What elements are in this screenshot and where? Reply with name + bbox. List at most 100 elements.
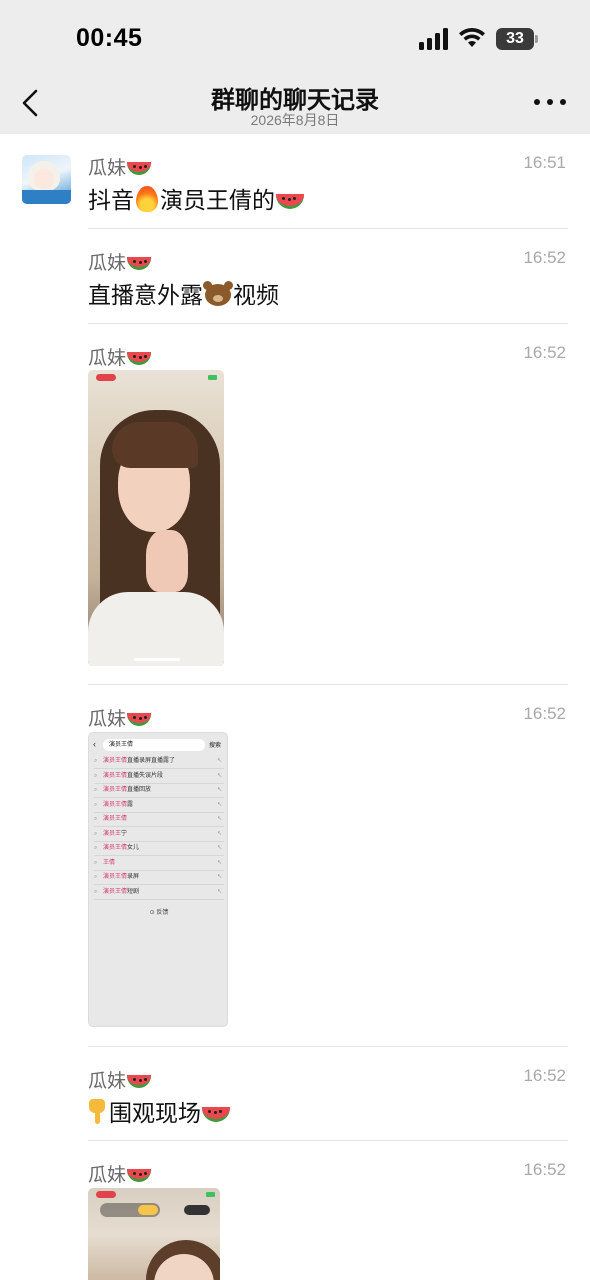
cellular-signal-icon <box>419 28 449 50</box>
message-time: 16:52 <box>523 1066 566 1085</box>
list-item: ⌕ 演员王倩直播录屏直播露了 ↖ <box>94 755 224 769</box>
suggestion-text: 女儿 <box>127 845 140 851</box>
sender-name: 瓜妹 <box>88 153 152 180</box>
message-item: 瓜妹 16:51 抖音 演员王倩的 <box>88 153 568 213</box>
message-text: 直播意外露 视频 <box>88 281 279 308</box>
watermelon-icon <box>127 162 152 175</box>
battery-level: 33 <box>496 28 534 50</box>
search-query: 演员王倩 <box>103 739 205 751</box>
arrow-up-left-icon: ↖ <box>216 801 222 808</box>
highlight-text: 演员王倩 <box>103 772 128 779</box>
image-attachment[interactable] <box>88 1188 220 1280</box>
arrow-up-left-icon: ↖ <box>216 772 222 779</box>
watermelon-icon <box>127 352 152 365</box>
watermelon-icon <box>276 194 304 209</box>
list-item: ⌕ 演员王倩录屏 ↖ <box>94 871 224 885</box>
arrow-up-left-icon: ↖ <box>216 874 222 880</box>
suggestion-text: 直播录屏直播露了 <box>127 758 176 764</box>
suggestion-text: 短剧 <box>127 888 140 895</box>
search-label: 搜索 <box>209 743 222 749</box>
suggestion-text: 直播失误片段 <box>127 772 164 779</box>
status-time: 00:45 <box>76 24 143 52</box>
watermelon-icon <box>202 1107 230 1122</box>
image-attachment[interactable] <box>88 370 224 666</box>
search-icon: ⌕ <box>94 859 98 866</box>
message-item: 瓜妹 16:52 <box>88 1160 568 1190</box>
message-item: 瓜妹 16:52 围观现场 <box>88 1066 568 1126</box>
arrow-up-left-icon: ↖ <box>216 888 222 895</box>
suggestion-text: 录屏 <box>127 874 140 880</box>
suggestion-text: 露 <box>127 801 134 808</box>
message-item: 瓜妹 16:52 <box>88 704 568 734</box>
arrow-up-left-icon: ↖ <box>216 845 222 851</box>
search-icon: ⌕ <box>94 888 98 895</box>
highlight-text: 演员王倩 <box>103 845 128 851</box>
highlight-text: 演员王倩 <box>103 816 128 822</box>
bear-icon <box>203 281 231 306</box>
list-item: ⌕ 演员王倩女儿 ↖ <box>94 842 224 856</box>
highlight-text: 演员王倩 <box>103 801 128 808</box>
sender-name: 瓜妹 <box>88 248 152 275</box>
message-time: 16:52 <box>523 343 566 362</box>
arrow-up-left-icon: ↖ <box>216 816 222 822</box>
fire-icon <box>136 186 158 212</box>
divider <box>88 228 568 229</box>
list-item: ⌕ 演员王宁 ↖ <box>94 828 224 842</box>
wifi-icon <box>459 27 485 47</box>
list-item: ⌕ 演员王倩露 ↖ <box>94 799 224 813</box>
search-icon: ⌕ <box>94 816 98 822</box>
recording-indicator <box>96 374 116 381</box>
search-icon: ⌕ <box>94 801 98 808</box>
divider <box>88 1140 568 1141</box>
list-item: ⌕ 演员王倩直播回放 ↖ <box>94 784 224 798</box>
search-icon: ⌕ <box>94 772 98 779</box>
feedback-label: ⊙ 反馈 <box>149 910 169 916</box>
search-icon: ⌕ <box>94 758 98 764</box>
suggestion-text: 直播回放 <box>127 787 152 793</box>
sender-name: 瓜妹 <box>88 343 152 370</box>
avatar[interactable] <box>22 155 71 204</box>
divider <box>88 684 568 685</box>
list-item: ⌕ 演员王倩短剧 ↖ <box>94 886 224 900</box>
highlight-text: 演员王倩 <box>103 888 128 895</box>
image-attachment[interactable]: ‹ 演员王倩 搜索 ⌕ 演员王倩直播录屏直播露了 ↖ ⌕ 演员王倩直播失误片段 ↖ ⌕ 演员王… <box>88 732 228 1027</box>
sender-name: 瓜妹 <box>88 1066 152 1093</box>
nav-bar: 群聊的聊天记录 2026年8月8日 <box>0 70 590 134</box>
message-time: 16:52 <box>523 248 566 267</box>
highlight-text: 王倩 <box>103 859 116 866</box>
arrow-up-left-icon: ↖ <box>216 830 222 837</box>
arrow-up-left-icon: ↖ <box>216 758 222 764</box>
divider <box>88 323 568 324</box>
message-text: 抖音 演员王倩的 <box>88 181 304 215</box>
watermelon-icon <box>127 1169 152 1182</box>
message-time: 16:51 <box>523 153 566 172</box>
watermelon-icon <box>127 257 152 270</box>
highlight-text: 演员王 <box>103 830 122 837</box>
sender-name: 瓜妹 <box>88 704 152 731</box>
page-subtitle-date: 2026年8月8日 <box>250 112 340 128</box>
divider <box>88 1046 568 1047</box>
search-icon: ⌕ <box>94 830 98 837</box>
list-item: ⌕ 演员王倩直播失误片段 ↖ <box>94 770 224 784</box>
chevron-left-icon: ‹ <box>93 739 96 749</box>
battery-icon: 33 <box>496 28 538 50</box>
list-item: ⌕ 演员王倩 ↖ <box>94 813 224 827</box>
arrow-up-left-icon: ↖ <box>216 859 222 866</box>
suggestion-text: 宁 <box>121 830 128 837</box>
message-time: 16:52 <box>523 704 566 723</box>
arrow-up-left-icon: ↖ <box>216 787 222 793</box>
search-icon: ⌕ <box>94 874 98 880</box>
search-icon: ⌕ <box>94 787 98 793</box>
highlight-text: 演员王倩 <box>103 874 128 880</box>
message-text: 围观现场 <box>88 1094 230 1128</box>
message-item: 瓜妹 16:52 直播意外露 视频 <box>88 248 568 308</box>
highlight-text: 演员王倩 <box>103 787 128 793</box>
pointing-down-icon <box>88 1099 106 1125</box>
watermelon-icon <box>127 713 152 726</box>
watermelon-icon <box>127 1075 152 1088</box>
more-button[interactable] <box>534 96 566 108</box>
list-item: ⌕ 王倩 ↖ <box>94 857 224 871</box>
status-bar: 00:45 33 <box>0 0 590 70</box>
recording-indicator <box>96 1191 116 1198</box>
highlight-text: 演员王倩 <box>103 758 128 764</box>
